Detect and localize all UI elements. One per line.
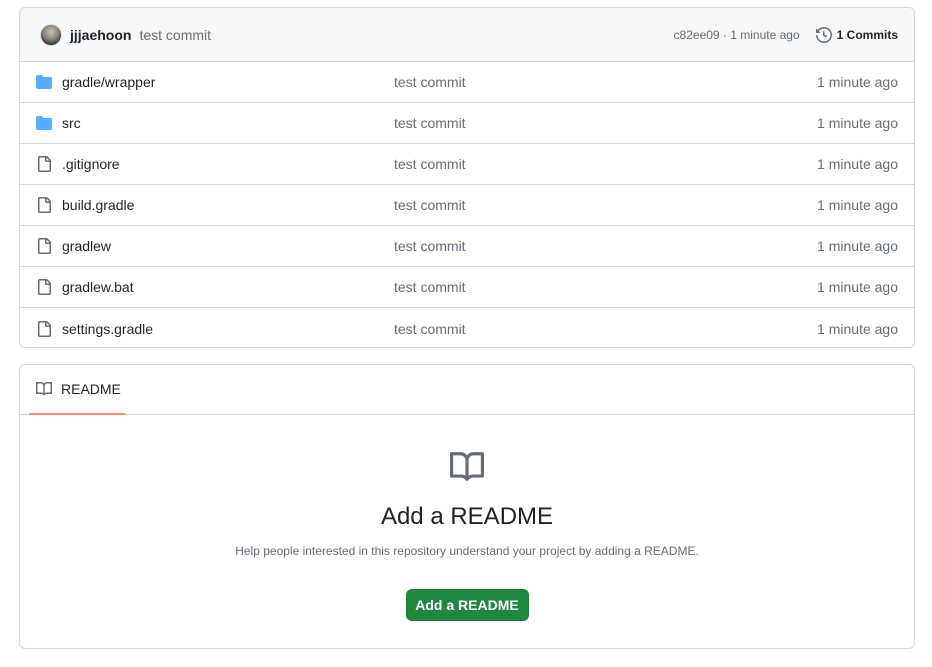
avatar[interactable] <box>40 23 62 46</box>
commit-author[interactable]: jjjaehoon <box>70 27 131 43</box>
file-row[interactable]: gradlew test commit 1 minute ago <box>20 226 914 267</box>
folder-icon <box>36 74 52 90</box>
file-name-link[interactable]: gradle/wrapper <box>62 74 394 90</box>
commits-count-label: 1 Commits <box>836 27 898 42</box>
file-icon <box>36 279 52 295</box>
add-readme-button[interactable]: Add a README <box>405 589 529 621</box>
readme-description: Help people interested in this repositor… <box>235 544 699 558</box>
file-commit-age: 1 minute ago <box>817 74 898 90</box>
file-row[interactable]: src test commit 1 minute ago <box>20 103 914 144</box>
file-commit-age: 1 minute ago <box>817 156 898 172</box>
file-icon <box>36 238 52 254</box>
readme-panel: README Add a README Help people interest… <box>19 364 915 649</box>
file-name-link[interactable]: build.gradle <box>62 197 394 213</box>
file-commit-message[interactable]: test commit <box>394 197 466 213</box>
readme-empty-state: Add a README Help people interested in t… <box>20 415 914 621</box>
file-row[interactable]: build.gradle test commit 1 minute ago <box>20 185 914 226</box>
book-icon <box>450 450 485 489</box>
file-commit-message[interactable]: test commit <box>394 156 466 172</box>
file-commit-message[interactable]: test commit <box>394 74 466 90</box>
file-row[interactable]: gradle/wrapper test commit 1 minute ago <box>20 62 914 103</box>
tab-readme-label: README <box>61 381 121 397</box>
tab-readme[interactable]: README <box>29 365 125 415</box>
file-name-link[interactable]: .gitignore <box>62 156 394 172</box>
file-name-link[interactable]: gradlew <box>62 238 394 254</box>
history-icon <box>815 26 832 43</box>
folder-icon <box>36 115 52 131</box>
file-commit-message[interactable]: test commit <box>394 238 466 254</box>
file-commit-age: 1 minute ago <box>817 320 898 337</box>
file-commit-age: 1 minute ago <box>817 197 898 213</box>
file-name-link[interactable]: gradlew.bat <box>62 279 394 295</box>
commits-history-link[interactable]: 1 Commits <box>815 26 898 43</box>
file-icon <box>36 320 52 337</box>
file-commit-message[interactable]: test commit <box>394 321 466 337</box>
file-row[interactable]: settings.gradle test commit 1 minute ago <box>20 308 914 347</box>
file-commit-age: 1 minute ago <box>817 279 898 295</box>
file-commit-message[interactable]: test commit <box>394 279 466 295</box>
file-commit-message[interactable]: test commit <box>394 115 466 131</box>
file-browser: jjjaehoon test commit c82ee09 · 1 minute… <box>19 7 915 348</box>
file-list: gradle/wrapper test commit 1 minute ago src… <box>20 62 914 347</box>
file-row[interactable]: .gitignore test commit 1 minute ago <box>20 144 914 185</box>
readme-tabbar: README <box>20 365 914 415</box>
file-commit-age: 1 minute ago <box>817 115 898 131</box>
file-name-link[interactable]: src <box>62 115 394 131</box>
readme-title: Add a README <box>380 503 554 530</box>
file-icon <box>36 156 52 172</box>
commit-message[interactable]: test commit <box>139 27 211 43</box>
file-name-link[interactable]: settings.gradle <box>62 321 394 337</box>
book-icon <box>36 381 52 396</box>
commit-sha-time[interactable]: c82ee09 · 1 minute ago <box>674 28 800 42</box>
latest-commit-bar: jjjaehoon test commit c82ee09 · 1 minute… <box>20 8 914 62</box>
file-row[interactable]: gradlew.bat test commit 1 minute ago <box>20 267 914 308</box>
file-commit-age: 1 minute ago <box>817 238 898 254</box>
file-icon <box>36 197 52 213</box>
